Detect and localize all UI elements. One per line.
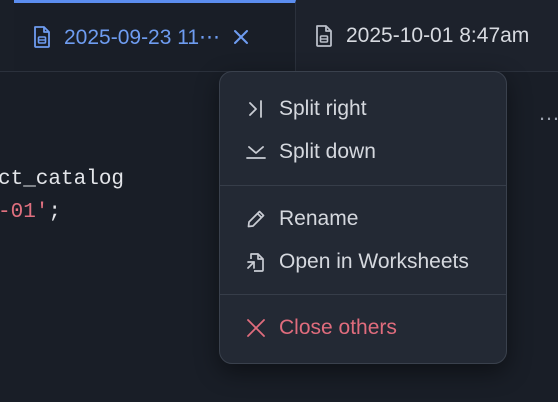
string-literal: -01' xyxy=(0,201,49,224)
split-down-icon xyxy=(246,146,266,159)
open-in-file-icon xyxy=(247,253,264,272)
code-line: -01'; xyxy=(0,201,61,224)
menu-item-split-right[interactable]: Split right xyxy=(220,89,506,129)
menu-item-close-others[interactable]: Close others xyxy=(220,308,506,348)
document-icon xyxy=(316,24,332,47)
close-icon[interactable] xyxy=(232,28,250,46)
menu-divider xyxy=(220,294,506,295)
menu-item-label: Split down xyxy=(279,140,376,163)
tab-worksheet-2025-10-01[interactable]: 2025-10-01 8:47am xyxy=(296,0,558,71)
code-line: ct_catalog xyxy=(0,168,125,191)
menu-item-rename[interactable]: Rename xyxy=(220,199,506,239)
tab-label: 2025-09-23 11⋯ xyxy=(64,25,221,49)
tab-worksheet-2025-09-23[interactable]: 2025-09-23 11⋯ xyxy=(14,0,296,71)
menu-item-label: Open in Worksheets xyxy=(279,250,469,273)
menu-item-label: Rename xyxy=(279,207,359,230)
semicolon: ; xyxy=(48,201,62,224)
tab-label: 2025-10-01 8:47am xyxy=(346,23,530,47)
app-window: 2025-09-23 11⋯ 2025-10-01 8:47am ct_cata… xyxy=(0,0,558,402)
menu-item-split-down[interactable]: Split down xyxy=(220,132,506,172)
pencil-icon xyxy=(247,210,265,228)
menu-item-label: Split right xyxy=(279,97,367,120)
menu-divider xyxy=(220,185,506,186)
menu-item-label: Close others xyxy=(279,316,397,339)
tab-bar: 2025-09-23 11⋯ 2025-10-01 8:47am xyxy=(0,0,558,72)
menu-item-open-in-worksheets[interactable]: Open in Worksheets xyxy=(220,242,506,282)
more-options-icon[interactable]: … xyxy=(538,100,558,126)
split-right-icon xyxy=(249,100,262,118)
tab-context-menu: Split right Split down Rename Open in Wo… xyxy=(219,71,507,364)
close-icon xyxy=(247,319,265,337)
document-icon xyxy=(34,26,50,48)
tab-bar-leading-gap xyxy=(0,0,15,71)
